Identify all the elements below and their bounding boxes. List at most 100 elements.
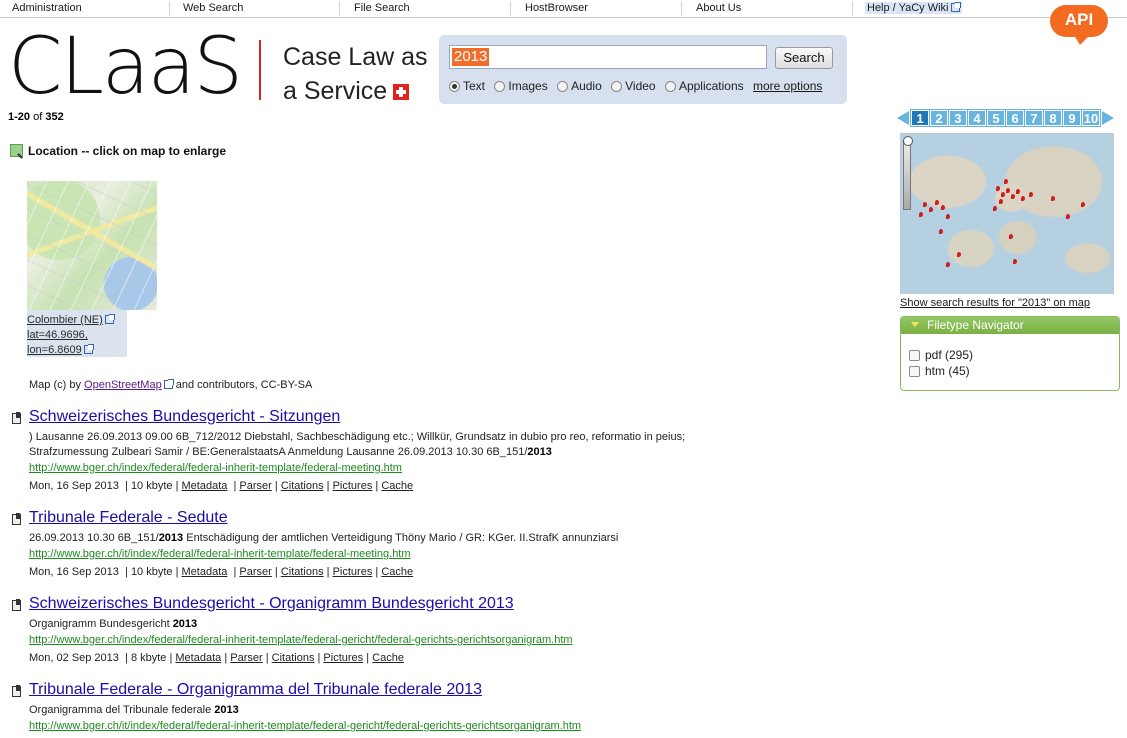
lat-label: lat=46.9696, — [27, 329, 88, 341]
metadata-link[interactable]: Metadata — [175, 652, 221, 664]
map-pin[interactable] — [999, 199, 1003, 204]
pager-page-1[interactable]: 1 — [910, 109, 930, 127]
bookmark-icon[interactable] — [10, 685, 23, 697]
map-pin[interactable] — [1066, 214, 1070, 219]
search-input[interactable]: 2013 — [449, 45, 767, 69]
map-pin[interactable] — [1016, 189, 1020, 194]
filetype-filter-pdf[interactable]: pdf (295) — [909, 348, 973, 362]
map-pin[interactable] — [1001, 192, 1005, 197]
map-pin[interactable] — [1004, 179, 1008, 184]
map-pin[interactable] — [946, 262, 950, 267]
filetype-checkbox[interactable] — [909, 350, 920, 361]
radio-dot — [664, 81, 676, 92]
result-snippet: ) Lausanne 26.09.2013 09.00 6B_712/2012 … — [29, 430, 685, 460]
location-map-thumbnail[interactable] — [27, 181, 157, 310]
map-pin[interactable] — [996, 186, 1000, 191]
result-url[interactable]: http://www.bger.ch/it/index/federal/fede… — [29, 720, 581, 732]
map-pin[interactable] — [1051, 196, 1055, 201]
api-button[interactable]: API — [1050, 5, 1108, 45]
nav-help-yacy-wiki[interactable]: Help / YaCy Wiki — [865, 2, 962, 14]
map-pin[interactable] — [1011, 194, 1015, 199]
location-lon-link[interactable]: lon=6.8609 — [27, 344, 94, 356]
openstreetmap-link[interactable]: OpenStreetMap — [84, 379, 162, 391]
radio-video[interactable]: Video — [611, 79, 656, 93]
result-title-link[interactable]: Schweizerisches Bundesgericht - Organigr… — [29, 595, 514, 613]
map-pin[interactable] — [1006, 188, 1010, 193]
result-url[interactable]: http://www.bger.ch/index/federal/federal… — [29, 462, 402, 474]
map-pin[interactable] — [1013, 259, 1017, 264]
map-pin[interactable] — [941, 205, 945, 210]
map-pin[interactable] — [919, 212, 923, 217]
pictures-link[interactable]: Pictures — [323, 652, 363, 664]
map-pin[interactable] — [1029, 192, 1033, 197]
search-button[interactable]: Search — [775, 47, 833, 69]
cache-link[interactable]: Cache — [381, 480, 413, 492]
map-pin[interactable] — [939, 229, 943, 234]
map-pin[interactable] — [1021, 196, 1025, 201]
pager-page-6[interactable]: 6 — [1005, 109, 1025, 127]
pager-page-3[interactable]: 3 — [948, 109, 968, 127]
radio-label: Video — [625, 79, 656, 93]
map-pin[interactable] — [946, 214, 950, 219]
pager-page-2[interactable]: 2 — [929, 109, 949, 127]
search-panel: 2013 Search Text Images Audio Video Appl… — [439, 35, 847, 104]
nav-hostbrowser[interactable]: HostBrowser — [525, 2, 588, 14]
pager-page-7[interactable]: 7 — [1024, 109, 1044, 127]
citations-link[interactable]: Citations — [281, 480, 324, 492]
pictures-link[interactable]: Pictures — [333, 566, 373, 578]
pictures-link[interactable]: Pictures — [333, 480, 373, 492]
filetype-navigator-header[interactable]: Filetype Navigator — [901, 317, 1119, 334]
filetype-navigator: Filetype Navigator pdf (295) htm (45) — [900, 316, 1120, 391]
bookmark-icon[interactable] — [10, 513, 23, 525]
result-url[interactable]: http://www.bger.ch/it/index/federal/fede… — [29, 548, 411, 560]
nav-file-search[interactable]: File Search — [354, 2, 410, 14]
logo-wordmark[interactable]: CLaaS — [8, 28, 243, 106]
map-pan-control-icon[interactable] — [903, 136, 913, 146]
map-pin[interactable] — [935, 200, 939, 205]
map-pin[interactable] — [957, 252, 961, 257]
pager-page-8[interactable]: 8 — [1043, 109, 1063, 127]
radio-applications[interactable]: Applications — [664, 79, 744, 93]
pager-page-9[interactable]: 9 — [1062, 109, 1082, 127]
cache-link[interactable]: Cache — [372, 652, 404, 664]
result-title-link[interactable]: Schweizerisches Bundesgericht - Sitzunge… — [29, 408, 340, 426]
cache-link[interactable]: Cache — [381, 566, 413, 578]
bookmark-icon[interactable] — [10, 599, 23, 611]
result-title-link[interactable]: Tribunale Federale - Sedute — [29, 509, 228, 527]
parser-link[interactable]: Parser — [230, 652, 262, 664]
location-lat-link[interactable]: lat=46.9696, — [27, 329, 88, 341]
filetype-label: pdf (295) — [925, 348, 974, 362]
radio-text[interactable]: Text — [449, 79, 485, 93]
nav-about-us[interactable]: About Us — [696, 2, 741, 14]
location-place-link[interactable]: Colombier (NE) — [27, 314, 115, 326]
nav-web-search[interactable]: Web Search — [183, 2, 243, 14]
parser-link[interactable]: Parser — [239, 480, 271, 492]
map-pin[interactable] — [1081, 202, 1085, 207]
filetype-checkbox[interactable] — [909, 366, 920, 377]
map-zoom-slider[interactable] — [903, 140, 911, 210]
bookmark-icon[interactable] — [10, 412, 23, 424]
map-pin[interactable] — [993, 206, 997, 211]
more-options-link[interactable]: more options — [753, 79, 822, 93]
metadata-link[interactable]: Metadata — [182, 566, 228, 578]
radio-audio[interactable]: Audio — [557, 79, 602, 93]
pager-page-10[interactable]: 10 — [1081, 109, 1101, 127]
parser-link[interactable]: Parser — [239, 566, 271, 578]
metadata-link[interactable]: Metadata — [182, 480, 228, 492]
pager-page-5[interactable]: 5 — [986, 109, 1006, 127]
map-pin[interactable] — [923, 202, 927, 207]
pager-page-4[interactable]: 4 — [967, 109, 987, 127]
world-map[interactable] — [900, 133, 1114, 294]
filetype-filter-htm[interactable]: htm (45) — [909, 364, 970, 378]
citations-link[interactable]: Citations — [281, 566, 324, 578]
result-url[interactable]: http://www.bger.ch/index/federal/federal… — [29, 634, 573, 646]
map-pin[interactable] — [1009, 234, 1013, 239]
radio-images[interactable]: Images — [494, 79, 548, 93]
pager-next-icon[interactable] — [1102, 111, 1114, 125]
citations-link[interactable]: Citations — [272, 652, 315, 664]
pager-prev-icon[interactable] — [897, 111, 909, 125]
nav-administration[interactable]: Administration — [12, 2, 82, 14]
result-title-link[interactable]: Tribunale Federale - Organigramma del Tr… — [29, 681, 482, 699]
show-results-on-map-link[interactable]: Show search results for "2013" on map — [900, 297, 1090, 309]
map-pin[interactable] — [929, 207, 933, 212]
